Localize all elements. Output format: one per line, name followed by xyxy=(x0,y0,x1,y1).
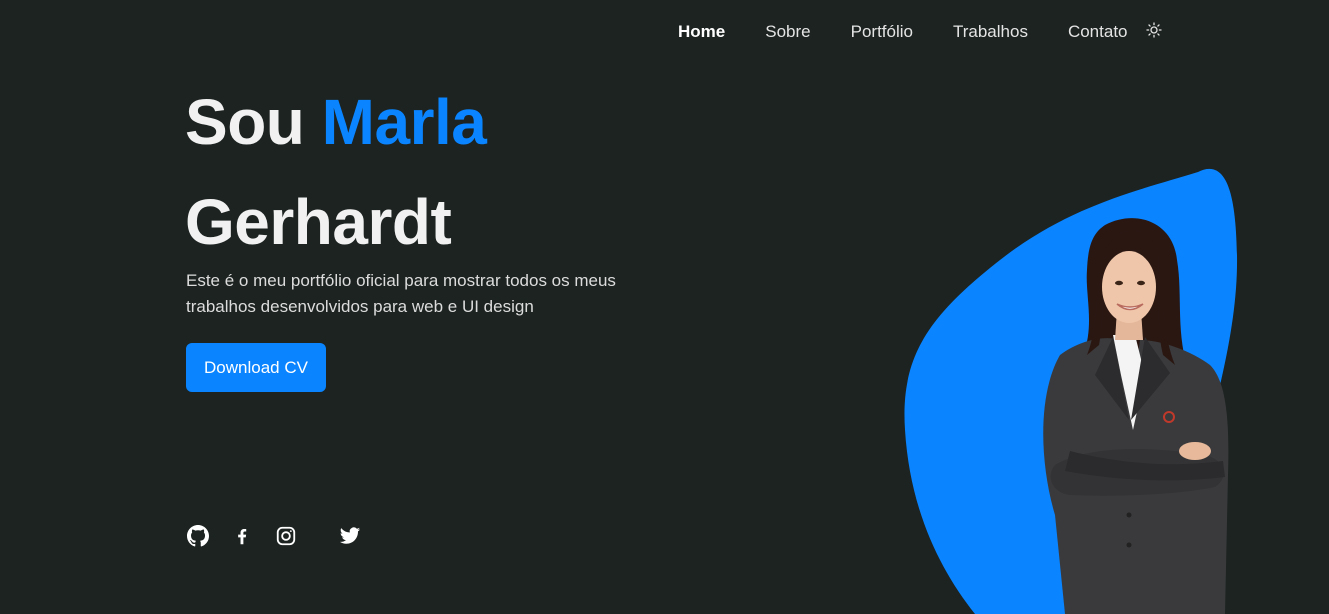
nav-link-sobre[interactable]: Sobre xyxy=(765,22,810,42)
top-nav: Home Sobre Portfólio Trabalhos Contato xyxy=(678,20,1162,44)
nav-link-home[interactable]: Home xyxy=(678,22,725,42)
hero-title-first-name: Marla xyxy=(321,86,487,158)
hero-description: Este é o meu portfólio oficial para most… xyxy=(186,271,616,316)
hero-title: Sou Marla Gerhardt xyxy=(185,72,487,272)
instagram-icon[interactable] xyxy=(275,525,297,547)
github-icon[interactable] xyxy=(187,525,209,547)
facebook-icon[interactable] xyxy=(231,525,253,547)
download-cv-button[interactable]: Download CV xyxy=(186,343,326,392)
nav-link-trabalhos[interactable]: Trabalhos xyxy=(953,22,1028,42)
hero-title-last-name: Gerhardt xyxy=(185,186,452,258)
nav-link-contato[interactable]: Contato xyxy=(1068,22,1128,42)
twitter-icon[interactable] xyxy=(339,525,361,547)
portfolio-page: Home Sobre Portfólio Trabalhos Contato S… xyxy=(0,0,1329,614)
hero-title-prefix: Sou xyxy=(185,86,305,158)
nav-link-portfolio[interactable]: Portfólio xyxy=(851,22,913,42)
sun-icon[interactable] xyxy=(1145,22,1162,38)
profile-photo xyxy=(1043,218,1229,614)
